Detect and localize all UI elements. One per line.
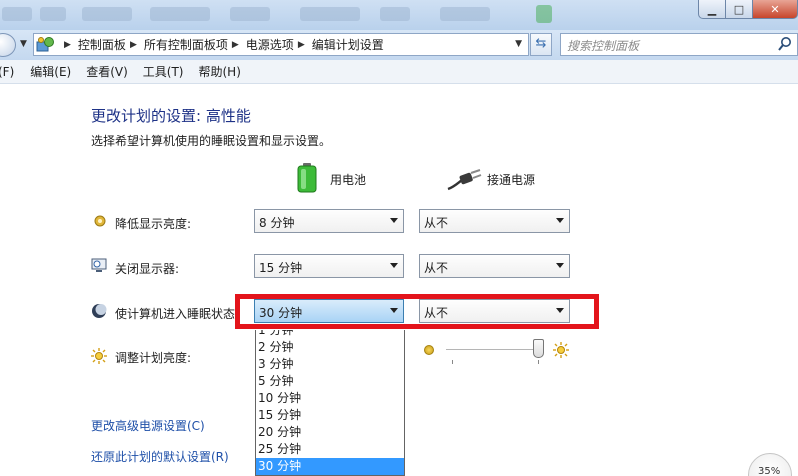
menu-edit[interactable]: 编辑(E) <box>30 63 71 80</box>
recent-pages-dropdown-icon[interactable]: ▼ <box>20 39 27 49</box>
window-title-bar: ▁ □ ✕ <box>0 0 798 30</box>
breadcrumb-edit-plan[interactable]: 编辑计划设置 <box>312 36 384 53</box>
menu-file[interactable]: (F) <box>0 65 14 79</box>
page-subtitle: 选择希望计算机使用的睡眠设置和显示设置。 <box>91 134 332 148</box>
dropdown-option[interactable]: 20 分钟 <box>256 424 404 441</box>
navigation-bar: ▼ ▶ 控制面板 ▶ 所有控制面板项 ▶ 电源选项 ▶ 编辑计划设置 ▼ ⇆ 搜… <box>0 30 798 60</box>
brightness-high-icon <box>553 342 569 358</box>
menu-tools[interactable]: 工具(T) <box>143 63 184 80</box>
breadcrumb-control-panel[interactable]: 控制面板 <box>78 36 126 53</box>
title-blur <box>380 7 410 21</box>
search-icon[interactable] <box>777 36 793 52</box>
restore-defaults-link[interactable]: 还原此计划的默认设置(R) <box>91 448 229 465</box>
battery-percent: 35% <box>758 466 781 476</box>
chevron-down-icon <box>556 218 564 223</box>
dim-display-battery-select[interactable]: 8 分钟 <box>254 209 404 233</box>
brightness-low-icon <box>424 345 434 355</box>
app-icon <box>536 5 552 23</box>
battery-icon <box>297 163 317 193</box>
dropdown-option[interactable]: 25 分钟 <box>256 441 404 458</box>
select-value: 从不 <box>424 261 449 275</box>
breadcrumb-separator-icon[interactable]: ▶ <box>130 40 137 50</box>
title-blur <box>230 7 270 21</box>
turn-off-display-battery-select[interactable]: 15 分钟 <box>254 254 404 278</box>
brightness-sun-icon <box>91 348 107 364</box>
search-box[interactable]: 搜索控制面板 <box>560 33 798 56</box>
power-plug-icon <box>447 169 482 191</box>
breadcrumb-all-items[interactable]: 所有控制面板项 <box>144 36 228 53</box>
brightness-slider-thumb[interactable] <box>533 339 544 358</box>
breadcrumb-separator-icon[interactable]: ▶ <box>232 40 239 50</box>
dropdown-option[interactable]: 3 分钟 <box>256 356 404 373</box>
row-label-sleep: 使计算机进入睡眠状态: <box>115 307 240 321</box>
select-value: 从不 <box>424 216 449 230</box>
refresh-icon: ⇆ <box>535 36 547 51</box>
breadcrumb-separator-icon[interactable]: ▶ <box>298 40 305 50</box>
row-label-brightness: 调整计划亮度: <box>115 351 192 365</box>
sleep-moon-icon <box>92 304 107 318</box>
sleep-time-dropdown-list[interactable]: 1 分钟 2 分钟 3 分钟 5 分钟 10 分钟 15 分钟 20 分钟 25… <box>255 330 405 476</box>
chevron-down-icon <box>556 263 564 268</box>
turn-off-display-plugged-select[interactable]: 从不 <box>419 254 570 278</box>
maximize-icon: □ <box>733 2 745 16</box>
chevron-down-icon <box>390 218 398 223</box>
page-title: 更改计划的设置: 高性能 <box>91 107 251 125</box>
menu-bar: (F) 编辑(E) 查看(V) 工具(T) 帮助(H) <box>0 60 798 84</box>
title-blur <box>440 7 490 21</box>
select-value: 15 分钟 <box>259 261 303 275</box>
close-button[interactable]: ✕ <box>752 0 798 19</box>
row-label-dim-display: 降低显示亮度: <box>115 217 192 231</box>
address-bar[interactable]: ▶ 控制面板 ▶ 所有控制面板项 ▶ 电源选项 ▶ 编辑计划设置 ▼ <box>33 33 529 56</box>
dropdown-option[interactable]: 15 分钟 <box>256 407 404 424</box>
title-blur <box>40 7 66 21</box>
address-dropdown-icon[interactable]: ▼ <box>515 39 522 49</box>
dim-display-plugged-select[interactable]: 从不 <box>419 209 570 233</box>
refresh-button[interactable]: ⇆ <box>530 33 552 56</box>
highlight-annotation-box <box>235 294 599 329</box>
title-blur <box>150 7 210 21</box>
slider-tick <box>538 360 539 364</box>
dropdown-option[interactable]: 10 分钟 <box>256 390 404 407</box>
dropdown-option[interactable]: 1 分钟 <box>256 330 404 339</box>
dim-display-icon <box>94 215 106 227</box>
dropdown-option-selected[interactable]: 30 分钟 <box>256 458 404 475</box>
search-input[interactable]: 搜索控制面板 <box>567 37 639 54</box>
breadcrumb-power-options[interactable]: 电源选项 <box>246 36 294 53</box>
breadcrumb-separator-icon: ▶ <box>64 39 71 50</box>
row-label-turn-off-display: 关闭显示器: <box>115 262 180 276</box>
menu-view[interactable]: 查看(V) <box>86 63 128 80</box>
title-blur <box>2 7 32 21</box>
menu-help[interactable]: 帮助(H) <box>199 63 241 80</box>
maximize-button[interactable]: □ <box>725 0 753 19</box>
brightness-slider[interactable] <box>446 349 541 351</box>
slider-tick <box>452 360 453 364</box>
dropdown-option[interactable]: 5 分钟 <box>256 373 404 390</box>
back-button[interactable] <box>0 33 16 57</box>
control-panel-icon <box>36 37 54 52</box>
dropdown-option[interactable]: 2 分钟 <box>256 339 404 356</box>
advanced-power-settings-link[interactable]: 更改高级电源设置(C) <box>91 417 205 434</box>
column-header-plugged-in: 接通电源 <box>487 173 536 187</box>
select-value: 8 分钟 <box>259 216 295 230</box>
title-blur <box>82 7 132 21</box>
chevron-down-icon <box>390 263 398 268</box>
monitor-off-icon <box>91 258 107 272</box>
main-content: 更改计划的设置: 高性能 选择希望计算机使用的睡眠设置和显示设置。 用电池 接通… <box>0 85 798 476</box>
column-header-battery: 用电池 <box>330 173 367 187</box>
minimize-icon: ▁ <box>707 2 717 16</box>
title-blur <box>300 7 360 21</box>
minimize-button[interactable]: ▁ <box>698 0 726 19</box>
close-icon: ✕ <box>770 2 780 16</box>
